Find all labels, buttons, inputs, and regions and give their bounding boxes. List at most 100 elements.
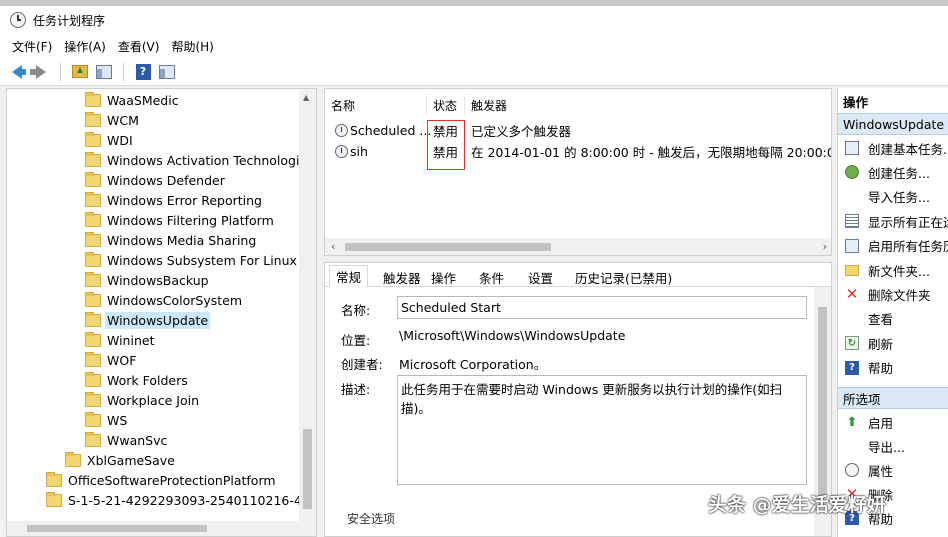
action-item[interactable]: ? 帮助 [838,357,948,379]
tree-item[interactable]: Workplace Join [85,390,199,410]
tab-settings[interactable]: 设置 [522,267,559,287]
folder-icon [85,271,101,287]
tree-item[interactable]: WCM [85,110,139,130]
scroll-thumb[interactable] [27,525,207,532]
task-list-horizontal-scrollbar[interactable]: ‹ › [325,238,831,255]
scroll-thumb[interactable] [818,307,827,497]
column-header-status[interactable]: 状态 [427,95,465,115]
tree-horizontal-scrollbar[interactable] [7,521,316,536]
action-label: 导出... [868,439,905,455]
action-item[interactable]: 启用所有任务历 [838,235,948,257]
tab-conditions[interactable]: 条件 [473,267,510,287]
location-value: \Microsoft\Windows\WindowsUpdate [399,328,626,343]
scroll-left-icon[interactable]: ‹ [331,240,335,253]
tab-history[interactable]: 历史记录(已禁用) [569,267,678,287]
action-label: 查看 [868,312,894,328]
task-name: Scheduled ... [350,122,432,138]
action-item[interactable]: 显示所有正在运 [838,210,948,232]
action-item[interactable]: 导入任务... [838,186,948,208]
column-header-name[interactable]: 名称 [325,95,427,115]
help-button[interactable]: ? [132,61,154,83]
refresh-icon: ↻ [845,336,859,351]
tree-item[interactable]: Windows Media Sharing [85,230,256,250]
action-label: 创建任务... [868,165,930,181]
column-header-trigger[interactable]: 触发器 [465,95,831,115]
clock-icon [10,12,26,28]
action-item[interactable]: 新文件夹... [838,259,948,281]
task-row[interactable]: Scheduled ... 禁用 已定义多个触发器 [325,120,831,140]
tree-item[interactable]: WindowsBackup [85,270,209,290]
show-action-pane-button[interactable] [156,61,178,83]
toolbar: ? [0,58,948,86]
tree-item-label: WindowsColorSystem [107,292,243,308]
tree-item-label: Windows Activation Technologies [107,152,314,168]
tree-item[interactable]: S-1-5-21-4292293093-2540110216-4153 [46,490,317,510]
tab-actions[interactable]: 操作 [425,267,462,287]
action-item[interactable]: ⬆ 启用 [838,411,948,433]
tab-general[interactable]: 常规 [329,265,369,288]
tree-item-label: WindowsBackup [107,272,209,288]
tree-item[interactable]: Work Folders [85,370,188,390]
description-field[interactable]: 此任务用于在需要时启动 Windows 更新服务以执行计划的操作(如扫描)。 [397,375,807,485]
menu-action[interactable]: 操作(A) [58,38,112,55]
tree-item[interactable]: Windows Filtering Platform [85,210,274,230]
task-trigger: 已定义多个触发器 [471,123,572,139]
scroll-right-icon[interactable]: › [823,240,827,253]
tree-vertical-scrollbar[interactable]: ▲ [299,89,316,521]
back-button[interactable] [6,61,28,83]
tree-item[interactable]: WindowsUpdate [85,310,211,330]
action-item[interactable]: 创建任务... [838,161,948,183]
menu-file[interactable]: 文件(F) [6,38,58,55]
tree-item[interactable]: WDI [85,130,133,150]
selected-item-header[interactable]: 所选项 [838,387,948,409]
tree-item-label: Work Folders [107,372,188,388]
tree-item[interactable]: WwanSvc [85,430,167,450]
folder-tree[interactable]: WaaSMedic WCM WDI Windows Activation Techno… [6,88,317,537]
tab-triggers[interactable]: 触发器 [377,267,427,287]
forward-button[interactable] [30,61,52,83]
tree-item[interactable]: WS [85,410,127,430]
blank-icon [845,439,859,453]
menu-view[interactable]: 查看(V) [112,38,166,55]
tree-item[interactable]: WaaSMedic [85,90,179,110]
tree-item[interactable]: XblGameSave [65,450,175,470]
tree-item-label: S-1-5-21-4292293093-2540110216-4153 [68,492,317,508]
tree-item[interactable]: Windows Activation Technologies [85,150,314,170]
scroll-thumb[interactable] [345,243,551,251]
task-icon [845,141,859,155]
tree-item[interactable]: WindowsColorSystem [85,290,242,310]
tree-item[interactable]: Windows Subsystem For Linux [85,250,297,270]
task-clock-icon [335,144,348,158]
panel-icon [96,64,112,79]
tree-item[interactable]: WOF [85,350,136,370]
blank-icon [845,312,859,326]
action-item[interactable]: 属性 [838,459,948,481]
scroll-thumb[interactable] [303,429,312,509]
tree-item[interactable]: OfficeSoftwareProtectionPlatform [46,470,276,490]
task-row[interactable]: sih 禁用 在 2014-01-01 的 8:00:00 时 - 触发后，无限… [325,141,832,161]
show-hide-tree-button[interactable] [93,61,115,83]
folder-icon [85,171,101,187]
author-label: 创建者: [341,357,383,372]
action-item[interactable]: 查看 [838,308,948,330]
tree-item[interactable]: Windows Defender [85,170,225,190]
folder-icon [85,251,101,267]
actions-group-windowsupdate[interactable]: WindowsUpdate [838,113,948,135]
up-folder-button[interactable] [69,61,91,83]
task-trigger: 在 2014-01-01 的 8:00:00 时 - 触发后，无限期地每隔 20… [471,144,832,160]
menu-help[interactable]: 帮助(H) [165,38,219,55]
folder-icon [46,471,62,487]
tree-item[interactable]: Wininet [85,330,154,350]
author-value: Microsoft Corporation。 [399,357,547,372]
folder-icon [65,451,81,467]
folder-icon [85,91,101,107]
action-item[interactable]: ✕ 删除文件夹 [838,283,948,305]
action-item[interactable]: 导出... [838,435,948,457]
tree-item[interactable]: Windows Error Reporting [85,190,262,210]
name-field[interactable]: Scheduled Start [397,296,807,319]
name-label: 名称: [341,303,371,318]
scroll-up-icon[interactable]: ▲ [303,93,309,102]
action-label: 新文件夹... [868,263,930,279]
action-item[interactable]: ↻ 刷新 [838,332,948,354]
action-item[interactable]: 创建基本任务... [838,137,948,159]
